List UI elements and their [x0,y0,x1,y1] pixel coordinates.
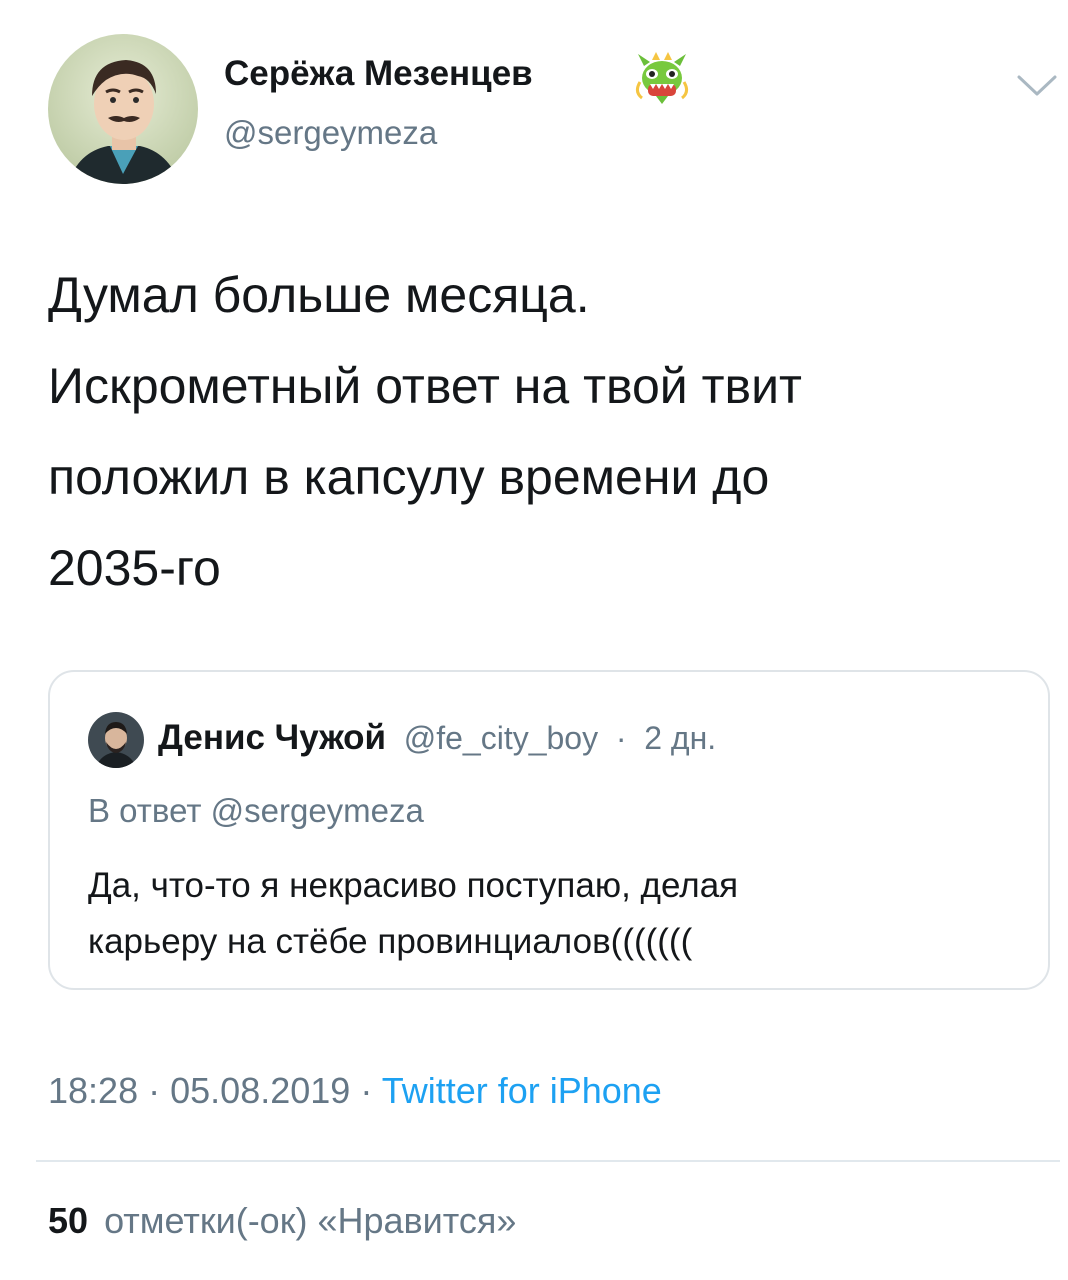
divider [36,1160,1060,1162]
tweet-source-link[interactable]: Twitter for iPhone [382,1070,662,1111]
meta-separator: · [360,1070,373,1111]
tweet-text-line: Думал больше месяца. [48,267,590,323]
likes-summary[interactable]: 50 отметки(-ок) «Нравится» [48,1200,516,1242]
quote-author-name[interactable]: Денис Чужой [158,718,386,757]
quote-header: Денис Чужой @fe_city_boy · 2 дн. [158,718,716,758]
tweet-meta: 18:28 · 05.08.2019 · Twitter for iPhone [48,1070,662,1112]
author-avatar[interactable] [48,34,198,184]
author-handle[interactable]: @sergeymeza [224,114,437,152]
likes-count: 50 [48,1200,89,1241]
meta-separator: · [148,1070,161,1111]
dragon-face-icon [634,52,690,106]
quote-age: 2 дн. [644,720,717,756]
author-name[interactable]: Серёжа Мезенцев [224,54,533,94]
quote-text-line: карьеру на стёбе провинциалов((((((( [88,922,693,961]
reply-to-label: В ответ @sergeymeza [88,792,424,829]
tweet-header: Серёжа Мезенцев @sergeymeza [48,34,1057,186]
quote-text-line: Да, что-то я некрасиво поступаю, делая [88,866,739,905]
quote-text: Да, что-то я некрасиво поступаю, делая к… [88,858,1028,970]
likes-label: отметки(-ок) «Нравится» [104,1200,517,1241]
quote-author-handle[interactable]: @fe_city_boy [404,720,598,756]
quoted-tweet-card[interactable]: Денис Чужой @fe_city_boy · 2 дн. В ответ… [48,670,1050,990]
tweet-date: 05.08.2019 [170,1070,351,1111]
tweet-text-line: Искрометный ответ на твой твит [48,358,802,414]
tweet-time: 18:28 [48,1070,139,1111]
tweet-text-line: положил в капсулу времени до [48,449,770,505]
quote-separator: · [615,720,627,756]
chevron-down-icon[interactable] [1016,74,1058,98]
tweet-text: Думал больше месяца. Искрометный ответ н… [48,250,1028,614]
tweet-text-line: 2035-го [48,540,221,596]
quote-author-avatar[interactable] [88,712,144,768]
